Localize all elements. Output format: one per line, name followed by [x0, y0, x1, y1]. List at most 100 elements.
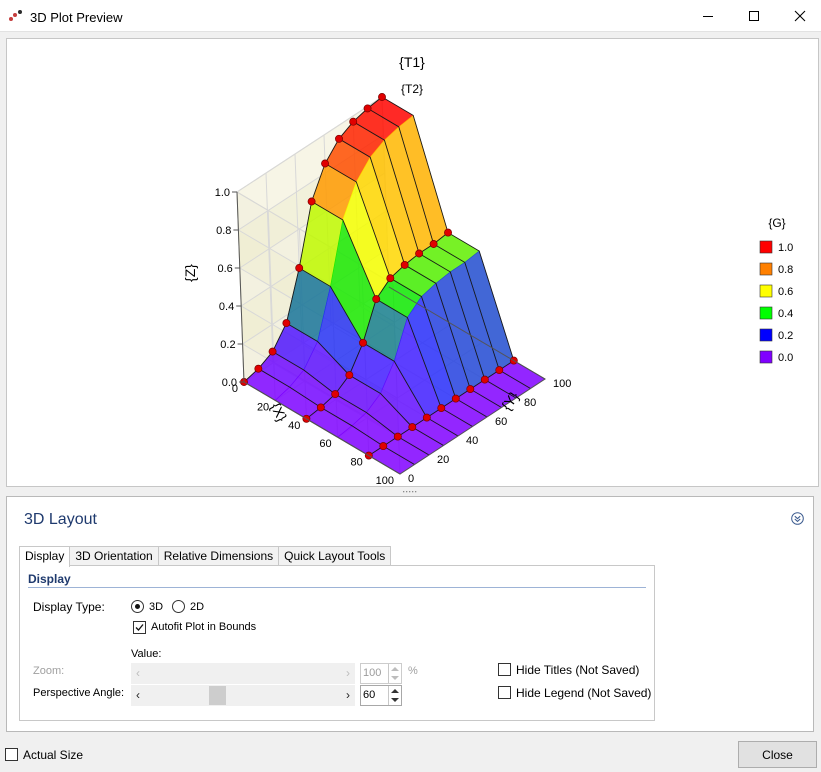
layout-panel-title: 3D Layout: [24, 511, 97, 528]
perspective-angle-slider[interactable]: ‹ ›: [131, 685, 355, 706]
data-point-marker: [466, 385, 475, 394]
legend-swatch: [759, 306, 773, 320]
vertical-tick-label: 1.0: [215, 187, 230, 199]
legend-swatch: [759, 262, 773, 276]
front-tick-label: 80: [351, 457, 363, 469]
front-tick-label: 100: [376, 475, 394, 486]
data-point-marker: [393, 432, 402, 441]
tab-quick-layout-tools[interactable]: Quick Layout Tools: [278, 546, 392, 566]
perspective-angle-spinbox[interactable]: 60: [360, 685, 402, 706]
front-tick-label: 20: [257, 401, 269, 413]
close-button[interactable]: Close: [738, 741, 817, 768]
slider-left-arrow-icon[interactable]: ‹: [136, 688, 140, 702]
layout-panel: 3D Layout Display 3D Orientation Relativ…: [6, 496, 814, 732]
checkmark-icon: [135, 624, 144, 631]
front-tick-label: 40: [288, 420, 300, 432]
data-point-marker: [363, 104, 372, 113]
zoom-label: Zoom:: [33, 665, 65, 677]
legend-swatch: [759, 284, 773, 298]
legend-swatch: [759, 350, 773, 364]
zoom-spin-buttons: [388, 664, 401, 683]
perspective-angle-value[interactable]: 60: [363, 689, 375, 701]
vertical-tick-label: 0.6: [218, 263, 233, 275]
close-window-button[interactable]: [777, 0, 821, 32]
legend: {G} 1.0 0.8 0.6 0.4 0.2 0.0: [759, 216, 793, 364]
actual-size-label: Actual Size: [23, 748, 84, 762]
perspective-spin-buttons[interactable]: [388, 686, 401, 705]
legend-label: 1.0: [778, 242, 793, 254]
tab-3d-orientation[interactable]: 3D Orientation: [69, 546, 159, 566]
grip-icon: [402, 491, 416, 493]
spin-up-icon: [391, 667, 399, 671]
data-point-marker: [349, 117, 358, 126]
data-point-marker: [307, 197, 316, 206]
panel-splitter[interactable]: [0, 488, 821, 496]
display-3d-radio[interactable]: [131, 600, 144, 613]
right-tick-label: 20: [437, 454, 449, 466]
data-point-marker: [495, 366, 504, 375]
minimize-icon: [703, 16, 713, 17]
data-point-marker: [429, 240, 438, 248]
slider-right-arrow-icon[interactable]: ›: [346, 688, 350, 702]
tab-display[interactable]: Display: [19, 546, 71, 567]
hide-legend-checkbox[interactable]: [498, 686, 511, 699]
slider-right-arrow-icon: ›: [346, 666, 350, 680]
right-tick-label: 60: [495, 416, 507, 428]
vertical-tick-label: 0.8: [216, 225, 231, 237]
slider-left-arrow-icon: ‹: [136, 666, 140, 680]
layout-tabs: Display 3D Orientation Relative Dimensio…: [19, 546, 392, 567]
hide-titles-checkbox[interactable]: [498, 663, 511, 676]
right-tick-label: 100: [553, 378, 571, 390]
actual-size-checkbox[interactable]: [5, 748, 18, 761]
title-bar: 3D Plot Preview: [0, 0, 821, 32]
data-point-marker: [408, 423, 417, 432]
surface-plot: 0.0 0.2 0.4 0.6 0.8 1.0 0 20 40 60 80 100 0 20 40 60 80 1…: [182, 54, 793, 487]
right-tick-label: 0: [408, 473, 414, 485]
collapse-chevron-icon[interactable]: [791, 512, 804, 525]
slider-thumb[interactable]: [209, 686, 226, 705]
plot-title: {T1}: [399, 54, 425, 70]
zoom-spinbox: 100: [360, 663, 402, 684]
legend-label: 0.4: [778, 308, 793, 320]
data-point-marker: [359, 338, 367, 347]
data-point-marker: [444, 228, 452, 237]
data-point-marker: [282, 319, 291, 328]
data-point-marker: [451, 394, 460, 403]
spin-down-icon: [391, 676, 399, 680]
plot-subtitle: {T2}: [401, 82, 423, 96]
legend-title: {G}: [768, 216, 785, 230]
data-point-marker: [295, 264, 304, 272]
spin-up-icon[interactable]: [391, 689, 399, 693]
data-point-marker: [316, 403, 325, 412]
perspective-angle-label: Perspective Angle:: [33, 687, 125, 699]
autofit-label: Autofit Plot in Bounds: [151, 621, 257, 633]
plot-preview-panel: 0.0 0.2 0.4 0.6 0.8 1.0 0 20 40 60 80 100 0 20 40 60 80 1…: [6, 38, 819, 487]
vertical-tick-label: 0.2: [220, 339, 235, 351]
display-2d-radio[interactable]: [172, 600, 185, 613]
tab-relative-dimensions[interactable]: Relative Dimensions: [157, 546, 280, 566]
display-type-label: Display Type:: [33, 600, 105, 614]
vertical-tick-label: 0.4: [219, 301, 234, 313]
hide-legend-label: Hide Legend (Not Saved): [516, 686, 652, 700]
right-tick-label: 40: [466, 435, 478, 447]
maximize-icon: [749, 11, 759, 21]
legend-label: 0.2: [778, 330, 793, 342]
hide-titles-label: Hide Titles (Not Saved): [516, 663, 640, 677]
front-tick-label: 0: [232, 383, 238, 395]
data-point-marker: [335, 134, 343, 143]
maximize-button[interactable]: [731, 0, 777, 32]
spin-down-icon[interactable]: [391, 698, 399, 702]
window-title: 3D Plot Preview: [30, 10, 123, 25]
display-2d-label: 2D: [190, 601, 205, 613]
close-icon: [794, 10, 806, 22]
autofit-checkbox[interactable]: [133, 621, 146, 634]
data-point-marker: [372, 295, 381, 304]
minimize-button[interactable]: [685, 0, 731, 32]
front-tick-label: 60: [319, 438, 331, 450]
value-header: Value:: [131, 648, 162, 660]
data-point-marker: [415, 249, 424, 258]
display-tab-content: Display Display Type: 3D 2D Autofit Plot…: [19, 565, 655, 721]
legend-swatch: [759, 328, 773, 342]
data-point-marker: [321, 159, 329, 168]
data-point-marker: [386, 274, 395, 283]
